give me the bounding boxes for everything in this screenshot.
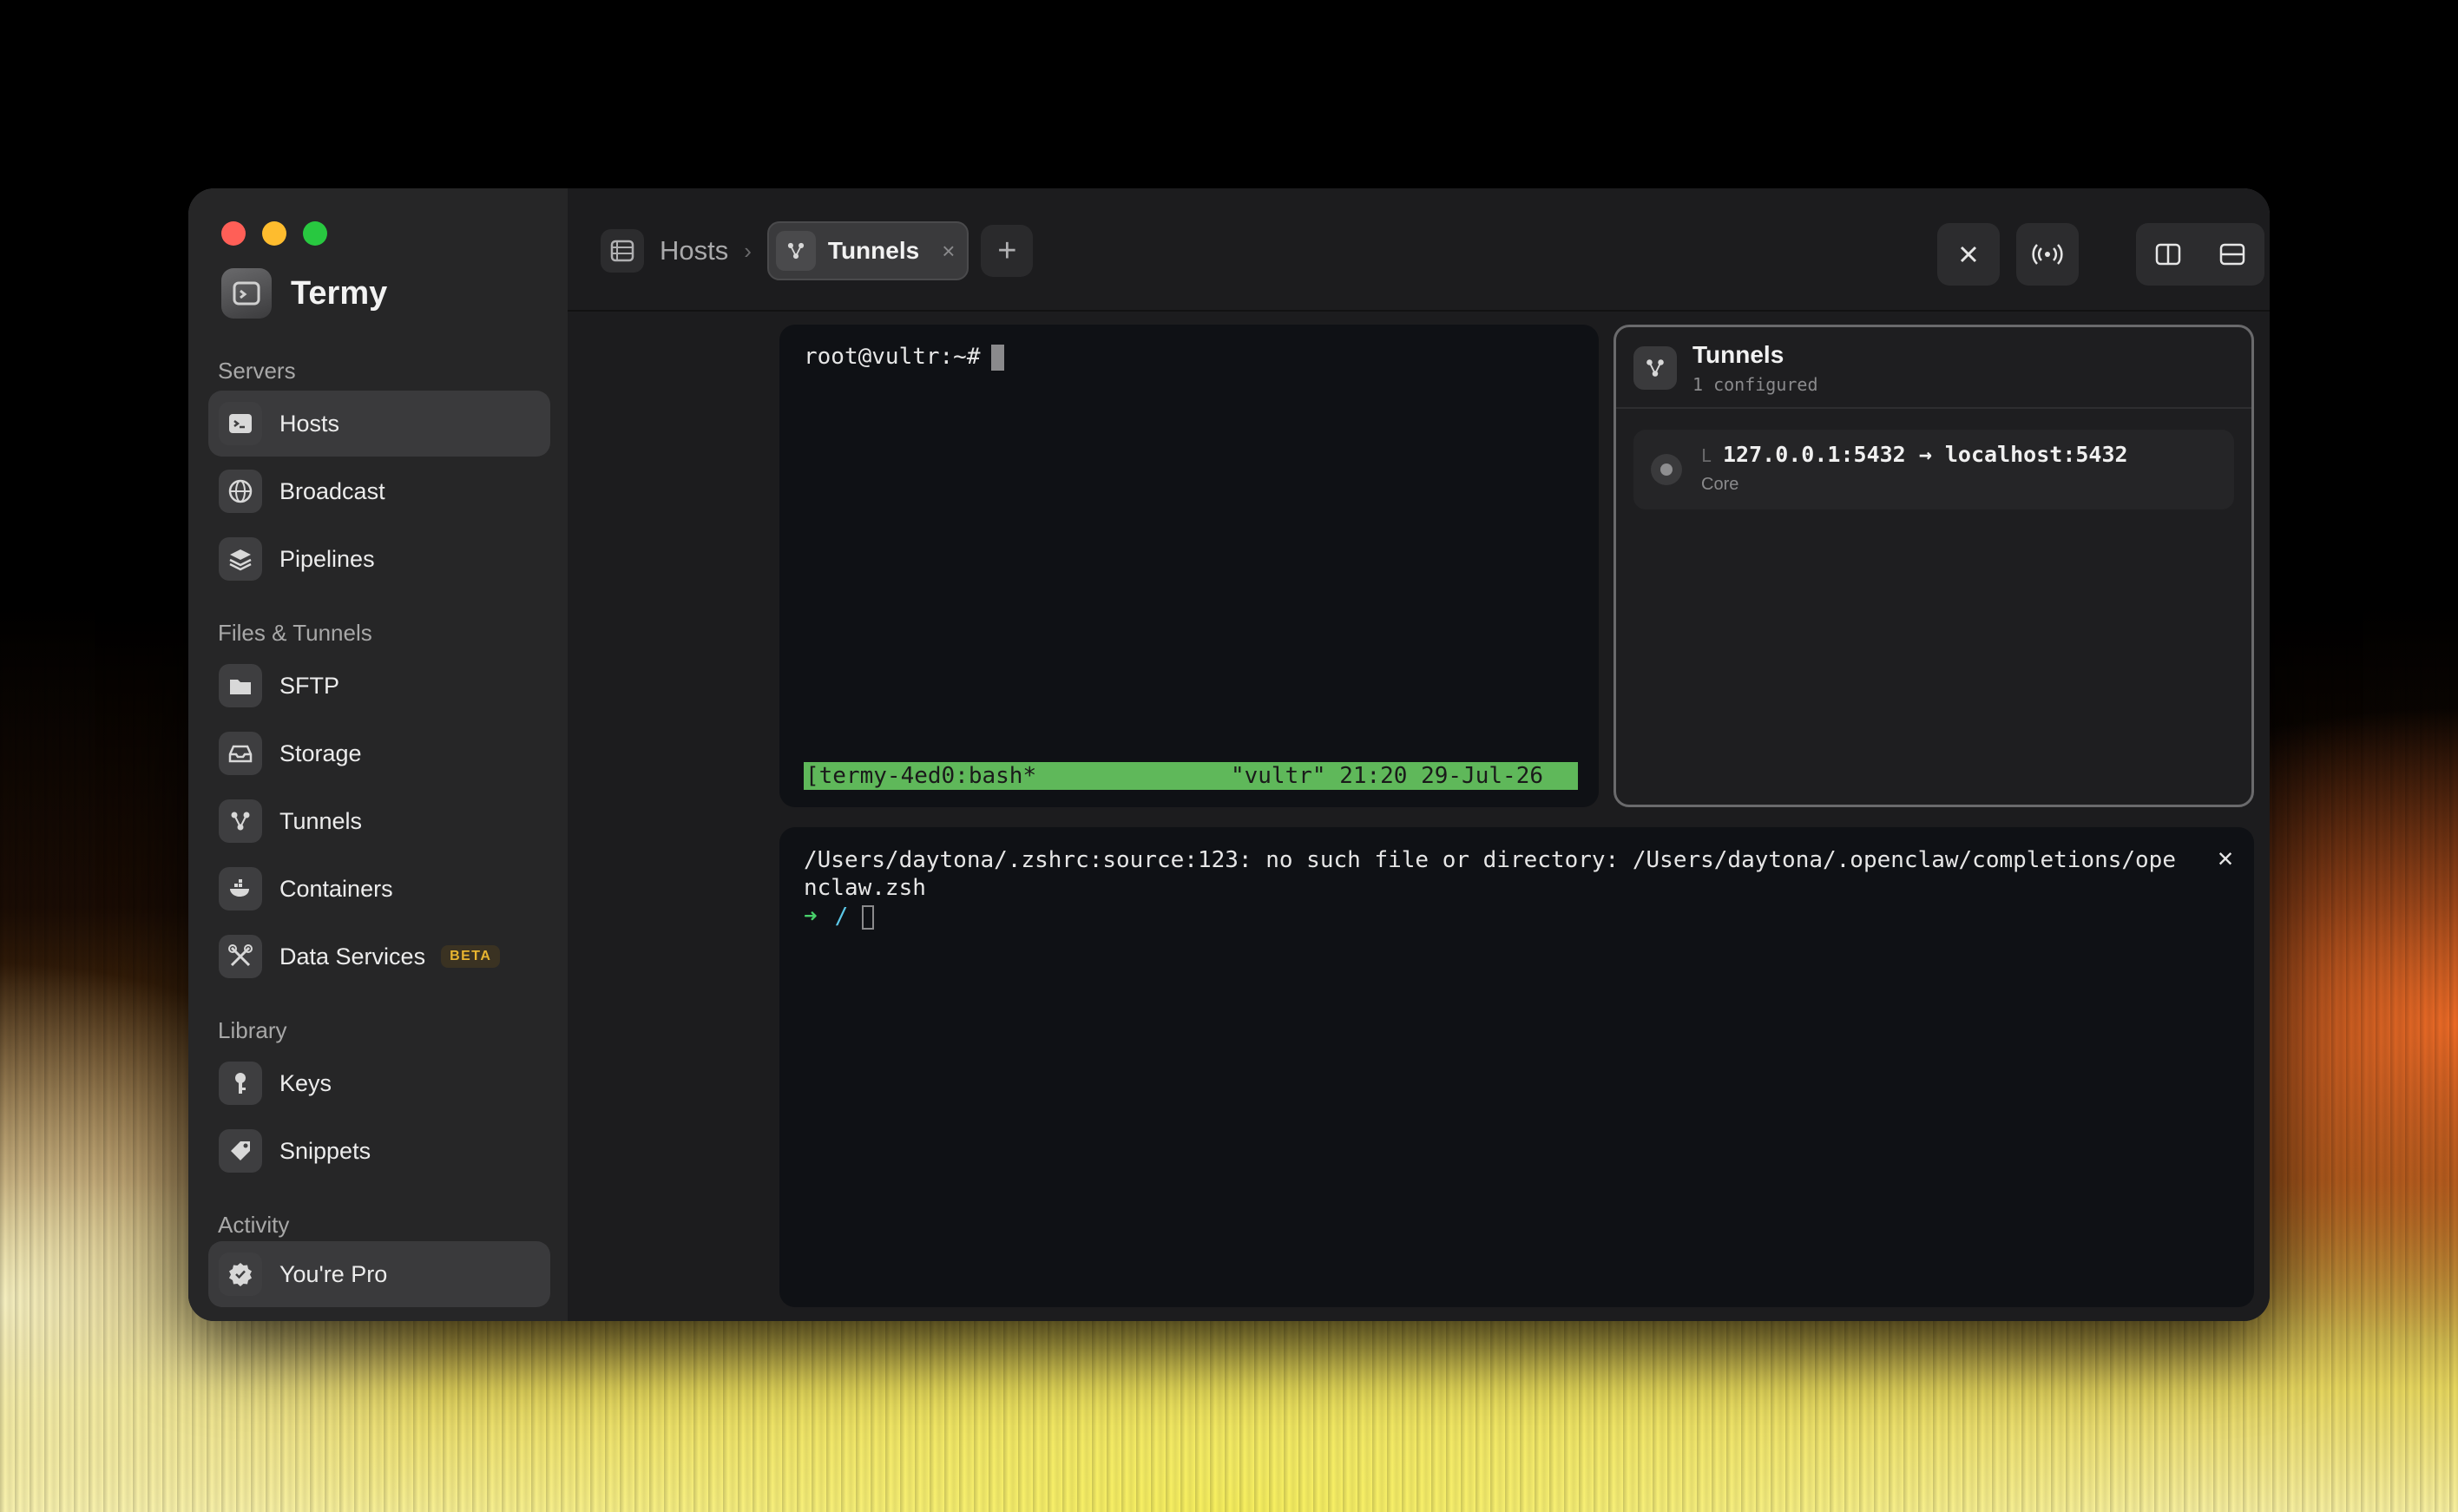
key-icon — [219, 1062, 262, 1105]
whale-icon — [219, 867, 262, 910]
zoom-window-button[interactable] — [303, 221, 327, 246]
brand: Termy — [221, 268, 387, 319]
sidebar-item-label: Broadcast — [279, 477, 385, 504]
sidebar-item-broadcast[interactable]: Broadcast — [208, 458, 550, 524]
tray-icon — [219, 732, 262, 775]
tunnel-row[interactable]: L 127.0.0.1:5432 → localhost:5432 Core — [1633, 430, 2234, 509]
section-label-library: Library — [218, 1017, 287, 1043]
breadcrumb-hosts-link[interactable]: Hosts — [660, 235, 728, 266]
tunnels-panel-header: Tunnels 1 configured — [1616, 327, 2251, 409]
terminal-icon — [219, 402, 262, 445]
terminal-cursor — [990, 344, 1004, 371]
tab-label: Tunnels — [827, 237, 920, 264]
sidebar: Termy Servers Hosts Broadcast Pipelines … — [188, 188, 569, 1321]
tunnels-panel-title: Tunnels — [1692, 341, 1784, 368]
tools-icon — [219, 935, 262, 978]
tunnel-status-indicator — [1651, 454, 1682, 485]
prompt-path: / — [834, 904, 849, 930]
sidebar-item-data-services[interactable]: Data Services BETA — [208, 924, 550, 989]
tab-close-icon[interactable]: × — [942, 238, 955, 265]
sidebar-item-label: Storage — [279, 740, 362, 766]
tunnels-panel: Tunnels 1 configured L 127.0.0.1:5432 → … — [1613, 325, 2254, 807]
sidebar-item-tunnels[interactable]: Tunnels — [208, 788, 550, 854]
status-left: [termy-4ed0:bash* — [805, 763, 1037, 789]
section-label-servers: Servers — [218, 358, 296, 384]
split-vertical-button[interactable] — [2136, 223, 2200, 286]
split-horizontal-button[interactable] — [2200, 223, 2264, 286]
folder-icon — [219, 664, 262, 707]
tree-elbow-glyph: L — [1701, 445, 1712, 466]
sidebar-item-label: Keys — [279, 1069, 332, 1096]
terminal-cursor — [862, 904, 875, 930]
app-logo-icon — [221, 268, 272, 319]
chevron-right-icon: › — [744, 237, 752, 264]
toolbar: Hosts › Tunnels × + — [568, 188, 2270, 312]
terminal-output: /Users/daytona/.zshrc:source:123: no suc… — [804, 847, 2176, 901]
sidebar-item-label: Snippets — [279, 1137, 371, 1164]
sidebar-item-label: Hosts — [279, 410, 340, 437]
sidebar-item-label: Pipelines — [279, 545, 375, 572]
sidebar-item-label: Tunnels — [279, 807, 363, 834]
tunnel-nodes-icon — [219, 799, 262, 843]
section-label-activity: Activity — [218, 1212, 290, 1238]
verified-badge-icon — [219, 1252, 262, 1296]
terminal-pane-local[interactable]: /Users/daytona/.zshrc:source:123: no suc… — [779, 827, 2254, 1307]
app-window: Termy Servers Hosts Broadcast Pipelines … — [188, 188, 2270, 1321]
split-vertical-icon — [2155, 243, 2181, 266]
beta-badge: BETA — [441, 945, 501, 968]
close-icon — [1960, 246, 1977, 263]
sidebar-item-label: You're Pro — [279, 1260, 388, 1287]
minimize-window-button[interactable] — [262, 221, 286, 246]
sidebar-item-label: Containers — [279, 875, 393, 902]
sidebar-item-sftp[interactable]: SFTP — [208, 653, 550, 719]
sidebar-item-label: Data Services — [279, 943, 426, 970]
breadcrumb: Hosts › Tunnels × + — [601, 221, 1034, 280]
tunnel-nodes-icon — [1633, 346, 1677, 390]
sidebar-item-storage[interactable]: Storage — [208, 720, 550, 786]
sidebar-item-keys[interactable]: Keys — [208, 1050, 550, 1116]
terminal-prompt: root@vultr:~# — [804, 344, 1004, 371]
window-controls — [221, 221, 327, 246]
split-horizontal-icon — [2219, 243, 2245, 266]
sidebar-item-hosts[interactable]: Hosts — [208, 391, 550, 457]
tunnel-group: Core — [1701, 475, 1739, 494]
status-right: "vultr" 21:20 29-Jul-26 — [1230, 763, 1543, 789]
tunnels-count: 1 configured — [1692, 374, 1818, 395]
prompt-arrow: ➜ — [804, 904, 818, 930]
tag-icon — [219, 1129, 262, 1173]
close-session-button[interactable] — [1937, 223, 2000, 286]
server-list-icon[interactable] — [601, 229, 644, 273]
tunnel-route: 127.0.0.1:5432 → localhost:5432 — [1723, 442, 2128, 467]
split-controls — [2136, 223, 2264, 286]
close-pane-icon[interactable]: ✕ — [2218, 843, 2233, 873]
zsh-prompt: ➜ / — [804, 904, 875, 930]
broadcast-signal-icon — [2032, 244, 2063, 265]
close-window-button[interactable] — [221, 221, 246, 246]
tab-tunnels[interactable]: Tunnels × — [766, 221, 969, 280]
sidebar-item-pipelines[interactable]: Pipelines — [208, 526, 550, 592]
sidebar-item-containers[interactable]: Containers — [208, 856, 550, 922]
prompt-text: root@vultr:~# — [804, 344, 981, 370]
tmux-status-line: [termy-4ed0:bash* "vultr" 21:20 29-Jul-2… — [804, 762, 1578, 790]
terminal-pane-remote[interactable]: root@vultr:~# [termy-4ed0:bash* "vultr" … — [779, 325, 1599, 807]
sidebar-item-label: SFTP — [279, 672, 340, 699]
tunnel-nodes-icon — [775, 231, 816, 271]
layers-icon — [219, 537, 262, 581]
section-label-files-tunnels: Files & Tunnels — [218, 620, 372, 646]
app-title: Termy — [291, 274, 388, 312]
broadcast-button[interactable] — [2016, 223, 2079, 286]
sidebar-item-pro[interactable]: You're Pro — [208, 1241, 550, 1307]
add-tab-button[interactable]: + — [981, 225, 1034, 277]
sidebar-item-snippets[interactable]: Snippets — [208, 1118, 550, 1184]
globe-icon — [219, 470, 262, 513]
main-area: Hosts › Tunnels × + root@vultr:~# [termy… — [568, 188, 2270, 1321]
